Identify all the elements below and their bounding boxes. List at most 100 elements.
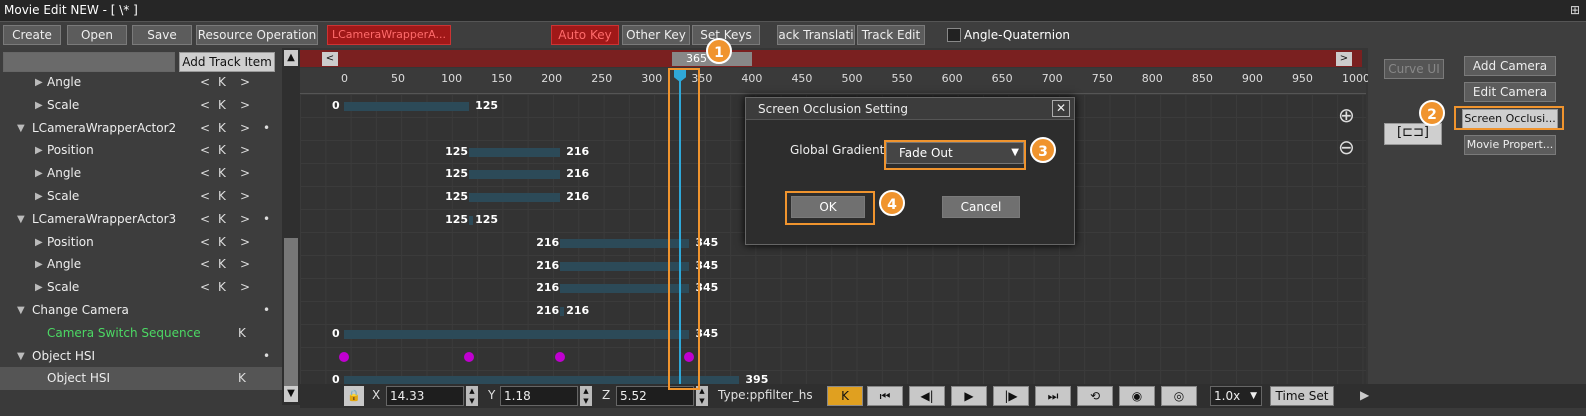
x-stepper[interactable]: ▲ ▼ <box>466 386 478 406</box>
y-input[interactable]: 1.18 <box>500 386 578 406</box>
track-scrollbar[interactable]: ▲ ▼ <box>282 48 300 405</box>
resource-operation-button[interactable]: Resource Operation <box>196 25 318 45</box>
track-row[interactable]: ▶ Position < > K <box>0 139 282 162</box>
next-key-icon[interactable]: > <box>240 185 250 208</box>
camera-switch-key[interactable] <box>555 351 566 362</box>
prev-key-icon[interactable]: < <box>200 208 210 231</box>
x-input[interactable]: 14.33 <box>386 386 464 406</box>
expand-arrow-icon[interactable]: ▶ <box>35 276 43 299</box>
prev-key-icon[interactable]: < <box>200 162 210 185</box>
timeline-range-bar[interactable] <box>300 50 1362 67</box>
prev-key-icon[interactable]: < <box>200 185 210 208</box>
zoom-in-icon[interactable]: ⊕ <box>1338 103 1364 129</box>
track-row[interactable]: ▶ Scale < > K <box>0 185 282 208</box>
prev-key-icon[interactable]: < <box>200 139 210 162</box>
scroll-thumb[interactable] <box>284 238 298 388</box>
next-key-icon[interactable]: > <box>240 94 250 117</box>
prev-key-icon[interactable]: < <box>200 71 210 94</box>
next-key-icon[interactable]: > <box>240 276 250 299</box>
keyframe-bar[interactable] <box>344 102 470 111</box>
camera-wrapper-select[interactable]: LCameraWrapperA... <box>327 25 451 45</box>
play-icon[interactable]: ▶ <box>951 386 987 406</box>
scroll-down-icon[interactable]: ▼ <box>284 386 298 402</box>
track-row[interactable]: Object HSI K <box>0 367 282 391</box>
step-back-icon[interactable]: ◀| <box>909 386 945 406</box>
skip-end-icon[interactable]: ⏭ <box>1035 386 1071 406</box>
key-button[interactable]: K <box>218 94 226 117</box>
next-key-icon[interactable]: > <box>240 231 250 254</box>
next-key-icon[interactable]: > <box>240 208 250 231</box>
keyframe-bar[interactable] <box>469 170 561 180</box>
collapse-arrow-icon[interactable]: ▼ <box>17 345 25 368</box>
next-key-icon[interactable]: > <box>240 71 250 94</box>
track-row[interactable]: ▼ LCameraWrapperActor2 < > K • <box>0 117 282 140</box>
collapse-arrow-icon[interactable]: ▼ <box>17 299 25 322</box>
pin-icon[interactable]: ⊞ <box>1570 3 1580 17</box>
key-button[interactable]: K <box>238 367 246 390</box>
time-set-button[interactable]: Time Set <box>1270 386 1334 406</box>
key-button[interactable]: K <box>218 139 226 162</box>
track-row[interactable]: ▶ Position < > K <box>0 231 282 254</box>
key-button[interactable]: K <box>218 117 226 140</box>
close-icon[interactable]: ✕ <box>1052 100 1070 117</box>
skip-start-icon[interactable]: ⏮ <box>867 386 903 406</box>
other-key-button[interactable]: Other Key <box>622 25 690 45</box>
expand-arrow-icon[interactable]: ▶ <box>35 162 43 185</box>
auto-key-button[interactable]: Auto Key <box>551 25 619 45</box>
key-button[interactable]: K <box>218 231 226 254</box>
key-button[interactable]: K <box>218 208 226 231</box>
next-key-icon[interactable]: > <box>240 117 250 140</box>
keyframe-bar[interactable] <box>469 216 474 225</box>
cancel-button[interactable]: Cancel <box>942 196 1020 218</box>
expand-arrow-icon[interactable]: ▶ <box>35 253 43 276</box>
next-key-icon[interactable]: > <box>240 139 250 162</box>
track-row[interactable]: ▼ LCameraWrapperActor3 < > K • <box>0 208 282 231</box>
track-edit-button[interactable]: Track Edit <box>857 25 925 45</box>
add-camera-button[interactable]: Add Camera <box>1464 56 1556 76</box>
timeline-right-icon[interactable]: > <box>1336 52 1352 66</box>
prev-key-icon[interactable]: < <box>200 253 210 276</box>
eye-icon[interactable]: ◎ <box>1161 386 1197 406</box>
loop-icon[interactable]: ⟲ <box>1077 386 1113 406</box>
prev-key-icon[interactable]: < <box>200 94 210 117</box>
track-row[interactable]: ▼ Change Camera • <box>0 299 282 322</box>
key-button[interactable]: K <box>218 276 226 299</box>
track-row[interactable]: ▶ Angle < > K <box>0 253 282 276</box>
lock-icon[interactable]: 🔒 <box>344 386 364 406</box>
y-stepper[interactable]: ▲ ▼ <box>580 386 592 406</box>
timeline-ruler[interactable]: 0 50 100 150 200 250 300 350 400 450 500 550 600 650 7… <box>300 68 1370 94</box>
collapse-arrow-icon[interactable]: ▼ <box>17 208 25 231</box>
save-button[interactable]: Save <box>132 25 192 45</box>
timeline-left-icon[interactable]: < <box>322 52 338 66</box>
add-track-item-button[interactable]: Add Track Item <box>179 52 275 72</box>
camera-switch-key[interactable] <box>464 351 475 362</box>
angle-quaternion-checkbox[interactable] <box>947 28 961 42</box>
track-row[interactable]: Camera Switch Sequence K <box>0 322 282 345</box>
prev-key-icon[interactable]: < <box>200 117 210 140</box>
key-button[interactable]: K <box>218 253 226 276</box>
key-button[interactable]: K <box>218 71 226 94</box>
expand-arrow-icon[interactable]: ▶ <box>35 94 43 117</box>
expand-arrow-icon[interactable]: ▶ <box>35 231 43 254</box>
keyframe-bar[interactable] <box>469 193 561 203</box>
speed-select[interactable]: 1.0x ▼ <box>1210 386 1262 406</box>
camera-switch-key[interactable] <box>339 351 349 362</box>
key-button[interactable]: K <box>218 185 226 208</box>
next-key-icon[interactable]: > <box>240 253 250 276</box>
track-row[interactable]: ▶ Angle < > K <box>0 71 282 94</box>
key-button[interactable]: K <box>218 162 226 185</box>
collapse-arrow-icon[interactable]: ▼ <box>17 117 25 140</box>
movie-property-button[interactable]: Movie Propert... <box>1464 135 1556 155</box>
back-translation-button[interactable]: ack Translati <box>777 25 855 45</box>
edit-camera-button[interactable]: Edit Camera <box>1464 82 1556 102</box>
expand-arrow-icon[interactable]: ▶ <box>35 139 43 162</box>
keyframe-bar[interactable] <box>469 147 561 157</box>
expand-arrow-icon[interactable]: ▶ <box>35 185 43 208</box>
track-row[interactable]: ▶ Scale < > K <box>0 276 282 299</box>
open-button[interactable]: Open <box>67 25 127 45</box>
prev-key-icon[interactable]: < <box>200 231 210 254</box>
keyframe-icon[interactable]: K <box>827 386 863 406</box>
curve-ui-button[interactable]: Curve UI <box>1384 59 1444 79</box>
prev-key-icon[interactable]: < <box>200 276 210 299</box>
track-row[interactable]: ▶ Scale < > K <box>0 94 282 117</box>
